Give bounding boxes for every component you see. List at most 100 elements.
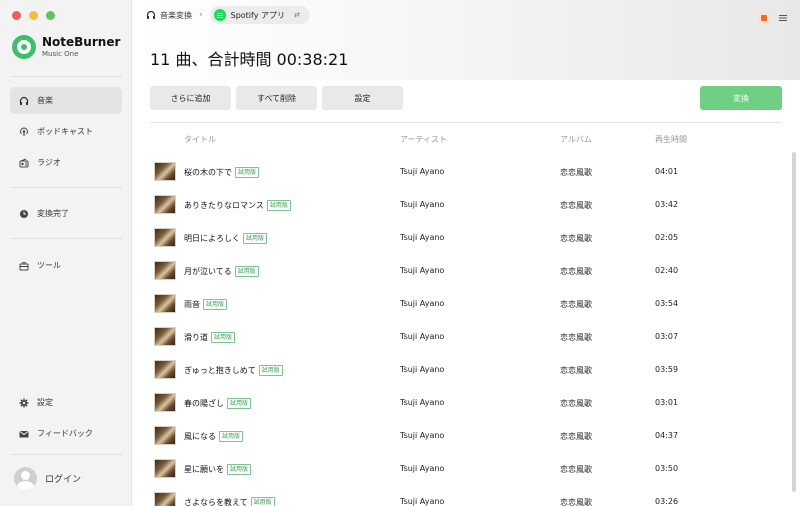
trial-badge: 試用版 xyxy=(219,431,244,442)
breadcrumb-root[interactable]: 音楽変換 xyxy=(160,10,192,21)
table-row[interactable]: 滑り道 試用版 Tsuji Ayano 恋恋風歌 03:07 xyxy=(150,320,782,353)
source-selector[interactable]: Spotify アプリ ⇄ xyxy=(209,6,310,24)
toolbox-icon xyxy=(19,261,29,271)
zoom-window-button[interactable] xyxy=(46,11,55,20)
headphones-icon xyxy=(19,96,29,106)
sidebar-item-feedback[interactable]: フィードバック xyxy=(10,420,122,447)
track-duration: 04:37 xyxy=(655,431,679,440)
track-artist: Tsuji Ayano xyxy=(400,233,445,242)
noteburner-logo-icon xyxy=(12,35,36,59)
sidebar-item-label: ツール xyxy=(37,261,61,270)
track-album: 恋恋風歌 xyxy=(560,432,592,441)
minimize-window-button[interactable] xyxy=(29,11,38,20)
sidebar-divider xyxy=(10,76,122,77)
sidebar-item-tools[interactable]: ツール xyxy=(10,252,122,279)
album-art xyxy=(154,459,176,478)
sidebar: NoteBurner Music One 音楽 ポッドキャスト ラジオ 変換完了 xyxy=(0,0,132,506)
delete-all-button[interactable]: すべて削除 xyxy=(236,86,317,110)
table-row[interactable]: 月が泣いてる 試用版 Tsuji Ayano 恋恋風歌 02:40 xyxy=(150,254,782,287)
track-artist: Tsuji Ayano xyxy=(400,431,445,440)
table-row[interactable]: 桜の木の下で 試用版 Tsuji Ayano 恋恋風歌 04:01 xyxy=(150,155,782,188)
track-title: 星に願いを xyxy=(184,465,224,474)
table-row[interactable]: ありきたりなロマンス 試用版 Tsuji Ayano 恋恋風歌 03:42 xyxy=(150,188,782,221)
track-artist: Tsuji Ayano xyxy=(400,365,445,374)
table-row[interactable]: ぎゅっと抱きしめて 試用版 Tsuji Ayano 恋恋風歌 03:59 xyxy=(150,353,782,386)
sidebar-item-radio[interactable]: ラジオ xyxy=(10,149,122,176)
sidebar-item-label: フィードバック xyxy=(37,429,93,438)
column-header-title[interactable]: タイトル xyxy=(184,134,216,145)
login-button[interactable]: ログイン xyxy=(14,467,81,490)
sidebar-divider xyxy=(10,238,122,239)
window-controls xyxy=(12,11,55,20)
track-duration: 03:42 xyxy=(655,200,679,209)
track-title-cell: 雨音 試用版 xyxy=(184,299,228,310)
clock-icon xyxy=(19,209,29,219)
trial-badge: 試用版 xyxy=(227,464,252,475)
album-art xyxy=(154,492,176,506)
sidebar-item-label: 音楽 xyxy=(37,96,53,105)
track-title-cell: 滑り道 試用版 xyxy=(184,332,236,343)
album-art xyxy=(154,393,176,412)
track-summary: 11 曲、合計時間 00:38:21 xyxy=(150,50,349,69)
album-art xyxy=(154,228,176,247)
track-album: 恋恋風歌 xyxy=(560,168,592,177)
track-title: 月が泣いてる xyxy=(184,267,232,276)
table-row[interactable]: 風になる 試用版 Tsuji Ayano 恋恋風歌 04:37 xyxy=(150,419,782,452)
table-row[interactable]: 春の陽ざし 試用版 Tsuji Ayano 恋恋風歌 03:01 xyxy=(150,386,782,419)
trial-badge: 試用版 xyxy=(266,200,291,211)
sidebar-item-podcast[interactable]: ポッドキャスト xyxy=(10,118,122,145)
sidebar-item-music[interactable]: 音楽 xyxy=(10,87,122,114)
track-album: 恋恋風歌 xyxy=(560,333,592,342)
sidebar-item-settings[interactable]: 設定 xyxy=(10,389,122,416)
track-album: 恋恋風歌 xyxy=(560,399,592,408)
track-title: 風になる xyxy=(184,432,216,441)
track-duration: 03:07 xyxy=(655,332,679,341)
radio-icon xyxy=(19,158,29,168)
track-artist: Tsuji Ayano xyxy=(400,167,445,176)
switch-source-icon[interactable]: ⇄ xyxy=(294,11,300,19)
sidebar-item-label: 変換完了 xyxy=(37,209,69,218)
sidebar-item-label: ラジオ xyxy=(37,158,61,167)
add-more-button[interactable]: さらに追加 xyxy=(150,86,231,110)
spotify-icon xyxy=(213,9,226,21)
track-title: ぎゅっと抱きしめて xyxy=(184,366,256,375)
column-header-artist[interactable]: アーティスト xyxy=(400,134,447,145)
track-album: 恋恋風歌 xyxy=(560,234,592,243)
track-title-cell: さよならを教えて 試用版 xyxy=(184,497,275,506)
cart-icon[interactable] xyxy=(757,11,770,24)
track-title-cell: 風になる 試用版 xyxy=(184,431,244,442)
app-logo: NoteBurner Music One xyxy=(12,35,120,59)
track-title: 明日によろしく xyxy=(184,234,240,243)
sidebar-item-converted[interactable]: 変換完了 xyxy=(10,200,122,227)
close-window-button[interactable] xyxy=(12,11,21,20)
track-title-cell: 桜の木の下で 試用版 xyxy=(184,167,260,178)
menu-icon[interactable] xyxy=(778,8,788,27)
column-header-album[interactable]: アルバム xyxy=(560,134,592,145)
trial-badge: 試用版 xyxy=(203,299,228,310)
scrollbar[interactable] xyxy=(792,152,796,492)
track-album: 恋恋風歌 xyxy=(560,366,592,375)
table-row[interactable]: さよならを教えて 試用版 Tsuji Ayano 恋恋風歌 03:26 xyxy=(150,485,782,506)
track-artist: Tsuji Ayano xyxy=(400,497,445,506)
table-row[interactable]: 明日によろしく 試用版 Tsuji Ayano 恋恋風歌 02:05 xyxy=(150,221,782,254)
trial-badge: 試用版 xyxy=(250,497,275,506)
track-duration: 03:26 xyxy=(655,497,679,506)
track-list: 桜の木の下で 試用版 Tsuji Ayano 恋恋風歌 04:01 ありきたりなロマンス試… xyxy=(150,155,782,506)
track-artist: Tsuji Ayano xyxy=(400,398,445,407)
track-title: 滑り道 xyxy=(184,333,208,342)
convert-button[interactable]: 変換 xyxy=(700,86,782,110)
track-title: 桜の木の下で xyxy=(184,168,232,177)
table-row[interactable]: 雨音 試用版 Tsuji Ayano 恋恋風歌 03:54 xyxy=(150,287,782,320)
track-duration: 03:01 xyxy=(655,398,679,407)
track-title-cell: ぎゅっと抱きしめて 試用版 xyxy=(184,365,283,376)
column-header-duration[interactable]: 再生時間 xyxy=(655,134,687,145)
track-duration: 03:59 xyxy=(655,365,679,374)
settings-button[interactable]: 設定 xyxy=(322,86,403,110)
table-row[interactable]: 星に願いを 試用版 Tsuji Ayano 恋恋風歌 03:50 xyxy=(150,452,782,485)
track-duration: 03:54 xyxy=(655,299,679,308)
album-art xyxy=(154,162,176,181)
track-artist: Tsuji Ayano xyxy=(400,464,445,473)
avatar xyxy=(14,467,37,490)
trial-badge: 試用版 xyxy=(234,266,259,277)
track-album: 恋恋風歌 xyxy=(560,201,592,210)
